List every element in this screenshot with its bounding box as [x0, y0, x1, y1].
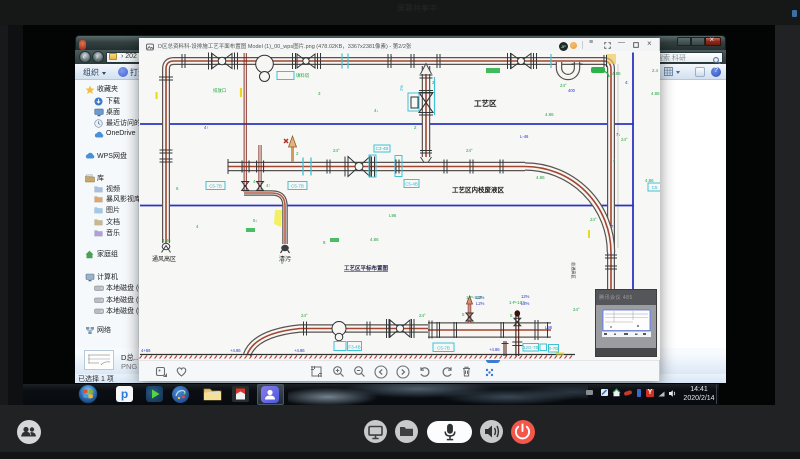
svg-text:+4.86: +4.86 — [230, 348, 241, 353]
svg-text:24°: 24° — [419, 313, 426, 318]
svg-text:24°: 24° — [573, 307, 580, 312]
svg-text:24°: 24° — [590, 217, 597, 222]
svg-text:4.86: 4.86 — [612, 71, 621, 76]
svg-text:C3-4B: C3-4B — [376, 146, 389, 151]
svg-text:工艺区内枝废液区: 工艺区内枝废液区 — [452, 185, 505, 194]
svg-text:4.86: 4.86 — [545, 112, 554, 117]
svg-text:+4.86: +4.86 — [489, 347, 500, 352]
svg-text:+4.86: +4.86 — [294, 348, 305, 353]
svg-text:2.4: 2.4 — [652, 68, 659, 73]
svg-text:4.86: 4.86 — [162, 238, 171, 243]
svg-text:5↓: 5↓ — [253, 218, 258, 223]
svg-text:4+86: 4+86 — [141, 348, 151, 353]
svg-text:24°: 24° — [621, 137, 628, 142]
svg-text:0-7B: 0-7B — [549, 346, 559, 351]
svg-text:4↓: 4↓ — [374, 108, 379, 113]
svg-text:4.86: 4.86 — [651, 91, 660, 96]
svg-text:12%: 12% — [521, 294, 530, 299]
svg-text:2%: 2% — [399, 85, 404, 91]
svg-text:L98: L98 — [545, 325, 553, 330]
svg-text:工艺区平标布置图: 工艺区平标布置图 — [344, 264, 389, 272]
svg-text:L2%: L2% — [476, 301, 485, 306]
svg-text:F3-4B: F3-4B — [348, 345, 360, 350]
svg-text:400: 400 — [568, 88, 576, 93]
svg-text:24°: 24° — [301, 313, 308, 318]
svg-text:L2%: L2% — [476, 295, 485, 300]
svg-text:4:: 4: — [625, 80, 629, 85]
svg-text:L96: L96 — [389, 213, 397, 218]
svg-text:4.86: 4.86 — [370, 237, 379, 242]
svg-text:24°: 24° — [466, 148, 473, 153]
svg-text:填料塔: 填料塔 — [296, 72, 310, 79]
svg-text:7↓: 7↓ — [611, 224, 615, 229]
svg-text:C5: C5 — [652, 185, 658, 190]
svg-text:7↓: 7↓ — [616, 132, 620, 137]
svg-text:12G-7B: 12G-7B — [523, 345, 539, 350]
svg-text:C5-7B: C5-7B — [291, 184, 304, 189]
svg-text:总进高区: 总进高区 — [570, 262, 577, 279]
svg-text:4.86: 4.86 — [536, 175, 545, 180]
svg-text:C5-4B: C5-4B — [405, 182, 418, 187]
svg-text:4↑: 4↑ — [204, 125, 208, 130]
svg-text:24°: 24° — [560, 83, 567, 88]
svg-text:4.86: 4.86 — [645, 178, 654, 183]
svg-text:24°: 24° — [333, 148, 340, 153]
svg-text:C5-7B: C5-7B — [209, 184, 222, 189]
svg-text:通风高区: 通风高区 — [152, 255, 176, 263]
svg-text:L2%: L2% — [521, 301, 530, 306]
svg-text:C5-7B: C5-7B — [437, 346, 450, 351]
svg-text:L-46: L-46 — [520, 134, 529, 139]
svg-text:4↑: 4↑ — [266, 183, 271, 188]
svg-text:排放口: 排放口 — [213, 87, 226, 94]
svg-text:工艺区: 工艺区 — [474, 98, 497, 108]
